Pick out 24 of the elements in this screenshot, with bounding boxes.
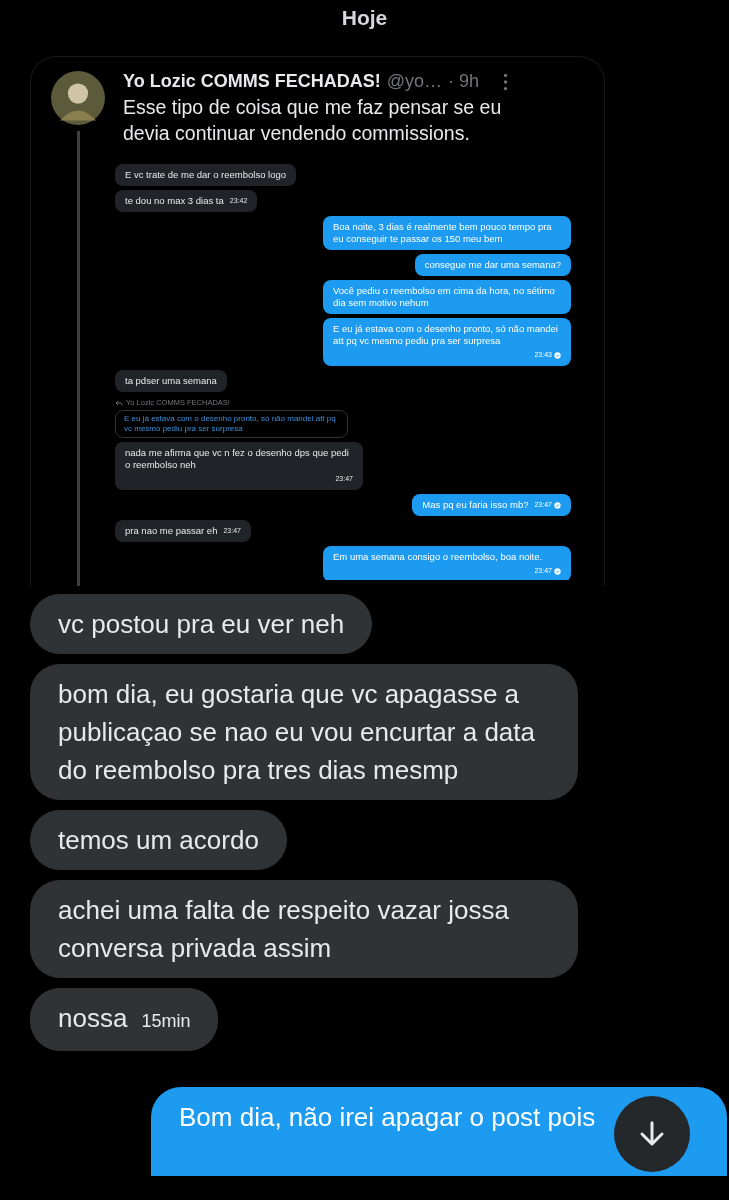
message-bubble: nossa 15min bbox=[30, 988, 219, 1051]
message-bubble: Boa noite, 3 dias é realmente bem pouco tempo pra eu conseguir te passar os 150 meu bem bbox=[323, 216, 571, 250]
post-text: Esse tipo de coisa que me faz pensar se eu devia continuar vendendo commissions. bbox=[123, 95, 503, 146]
message-bubble: vc postou pra eu ver neh bbox=[30, 594, 373, 654]
date-label: Hoje bbox=[340, 5, 389, 31]
author-handle: @yo… bbox=[386, 71, 442, 92]
message-bubble: E vc trate de me dar o reembolso logo bbox=[115, 164, 297, 186]
reply-icon bbox=[115, 399, 123, 406]
tweet-card[interactable] bbox=[30, 56, 605, 586]
more-icon[interactable] bbox=[503, 72, 508, 91]
message-bubble: ta pdser uma semana bbox=[115, 370, 227, 392]
post-time: · 9h bbox=[447, 71, 479, 92]
check-icon bbox=[554, 351, 561, 359]
message-bubble: Bom dia, não irei apagar o post pois bbox=[151, 1087, 727, 1176]
quoted-message: E eu já estava com o desenho pronto, só não mandei att pq vc mesmo pediu pra ser surpresa bbox=[115, 410, 348, 438]
message-bubble: consegue me dar uma semana? bbox=[414, 254, 571, 276]
message-bubble: bom dia, eu gostaria que vc apagasse a publicaçao se nao eu vou encurtar a data do reembolso pra tres dias mesmp bbox=[30, 664, 578, 800]
avatar[interactable] bbox=[51, 71, 105, 125]
message-bubble: temos um acordo bbox=[30, 810, 287, 870]
message-bubble: achei uma falta de respeito vazar jossa conversa privada assim bbox=[30, 880, 578, 978]
check-icon bbox=[554, 501, 561, 509]
message-bubble: Você pediu o reembolso em cima da hora, no sétimo dia sem motivo nehum bbox=[323, 280, 571, 314]
check-icon bbox=[554, 567, 561, 575]
author-name[interactable]: Yo Lozic COMMS FECHADAS! bbox=[123, 71, 381, 92]
